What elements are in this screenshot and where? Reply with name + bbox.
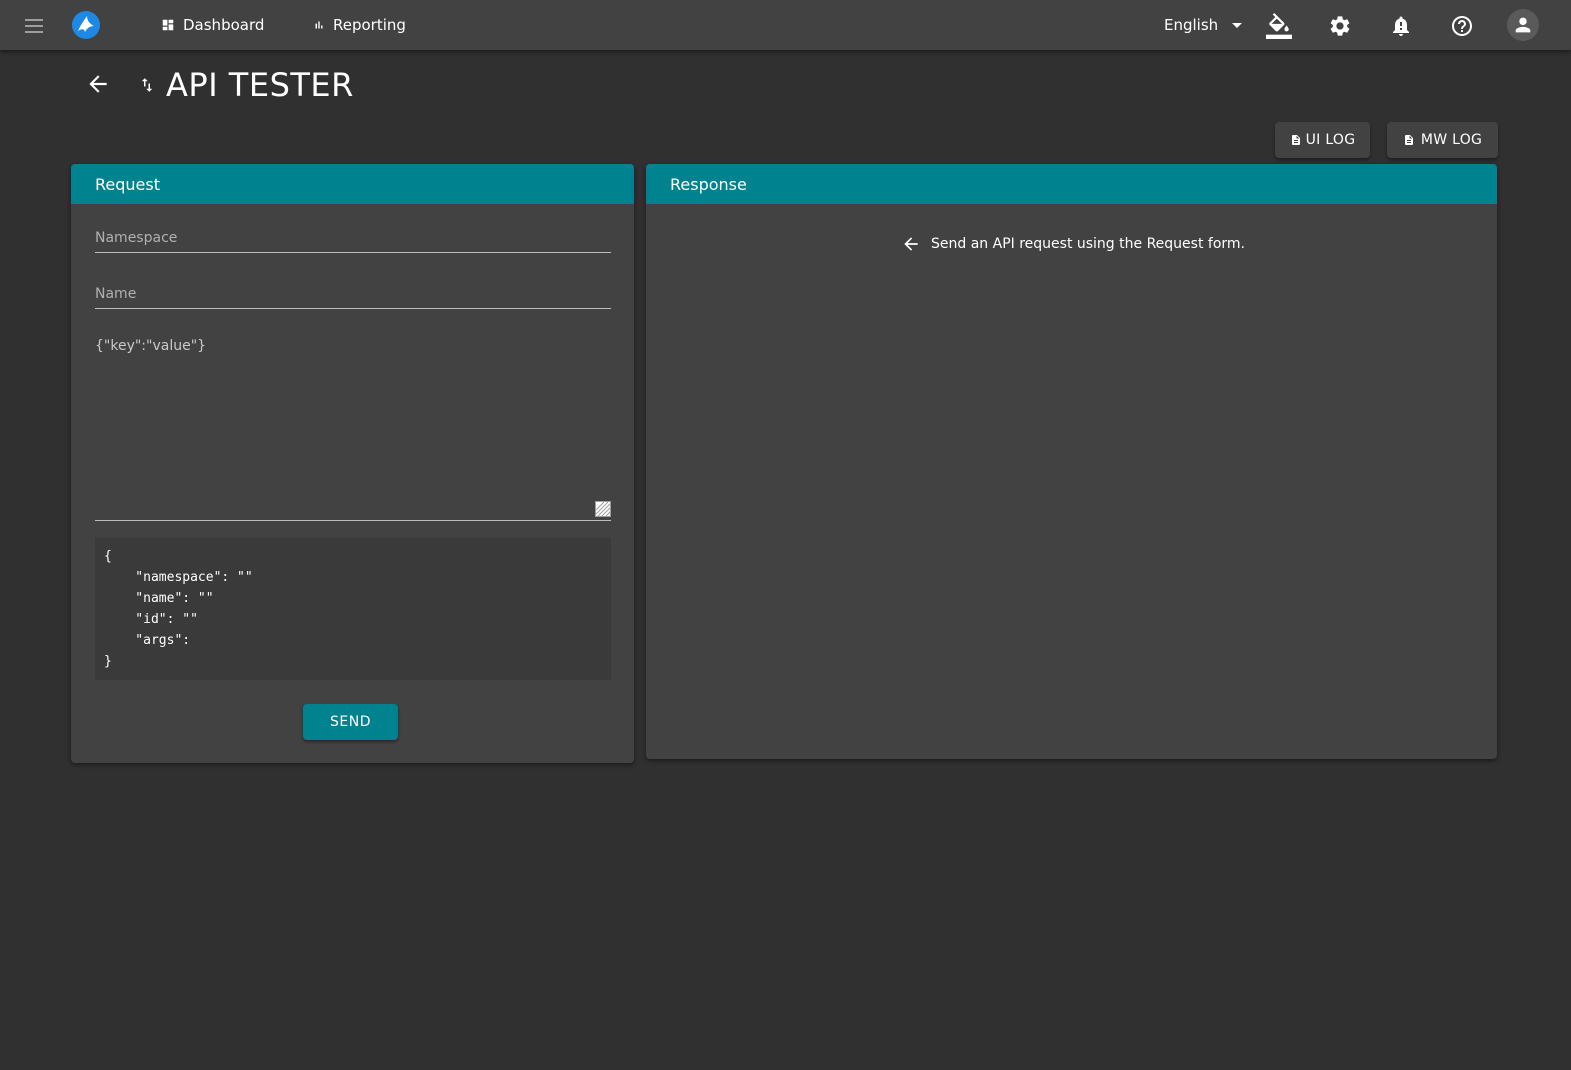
request-card: Request { "namespace": "" "name": "" "id… [71,164,634,763]
mw-log-button[interactable]: MW LOG [1387,122,1498,158]
ui-log-label: UI LOG [1305,132,1356,148]
top-app-bar: Dashboard Reporting English [0,0,1571,50]
response-card-title: Response [670,174,747,194]
request-preview: { "namespace": "" "name": "" "id": "" "a… [95,538,611,680]
language-select[interactable]: English [1164,13,1243,37]
arrow-left-icon [89,75,107,93]
paint-bucket-icon[interactable] [1266,13,1292,39]
page-title: API TESTER [138,66,354,104]
args-input[interactable] [95,338,611,520]
bell-alert-icon[interactable] [1388,13,1414,39]
ui-log-button[interactable]: UI LOG [1275,122,1370,158]
nav-dashboard[interactable]: Dashboard [161,13,264,37]
response-card: Response Send an API request using the R… [646,164,1497,759]
nav-reporting[interactable]: Reporting [313,13,406,37]
name-field [95,283,611,309]
args-field [95,338,611,521]
help-circle-icon[interactable] [1449,13,1475,39]
response-empty-message: Send an API request using the Request fo… [901,234,1245,254]
name-input[interactable] [95,286,611,308]
language-value: English [1164,16,1219,34]
menu-icon[interactable] [22,14,46,38]
bar-chart-icon [315,21,323,29]
request-card-header: Request [71,164,634,204]
file-icon [1291,135,1300,145]
nav-reporting-label: Reporting [333,16,406,34]
request-card-title: Request [95,174,160,194]
namespace-input[interactable] [95,230,611,252]
response-card-header: Response [646,164,1497,204]
page-title-text: API TESTER [166,66,354,104]
account-icon[interactable] [1507,9,1539,41]
app-logo[interactable] [71,10,101,40]
send-button[interactable]: SEND [303,704,398,740]
resize-handle-icon[interactable] [595,501,611,517]
response-message-text: Send an API request using the Request fo… [931,236,1245,252]
back-button[interactable] [84,70,112,98]
mw-log-label: MW LOG [1420,132,1483,148]
file-icon [1404,135,1413,145]
gear-icon[interactable] [1327,13,1353,39]
namespace-field [95,227,611,253]
nav-dashboard-label: Dashboard [183,16,265,34]
chevron-down-icon [1232,22,1243,28]
dashboard-icon [162,19,174,31]
arrow-left-icon [904,237,918,251]
swap-vertical-icon [141,78,153,92]
